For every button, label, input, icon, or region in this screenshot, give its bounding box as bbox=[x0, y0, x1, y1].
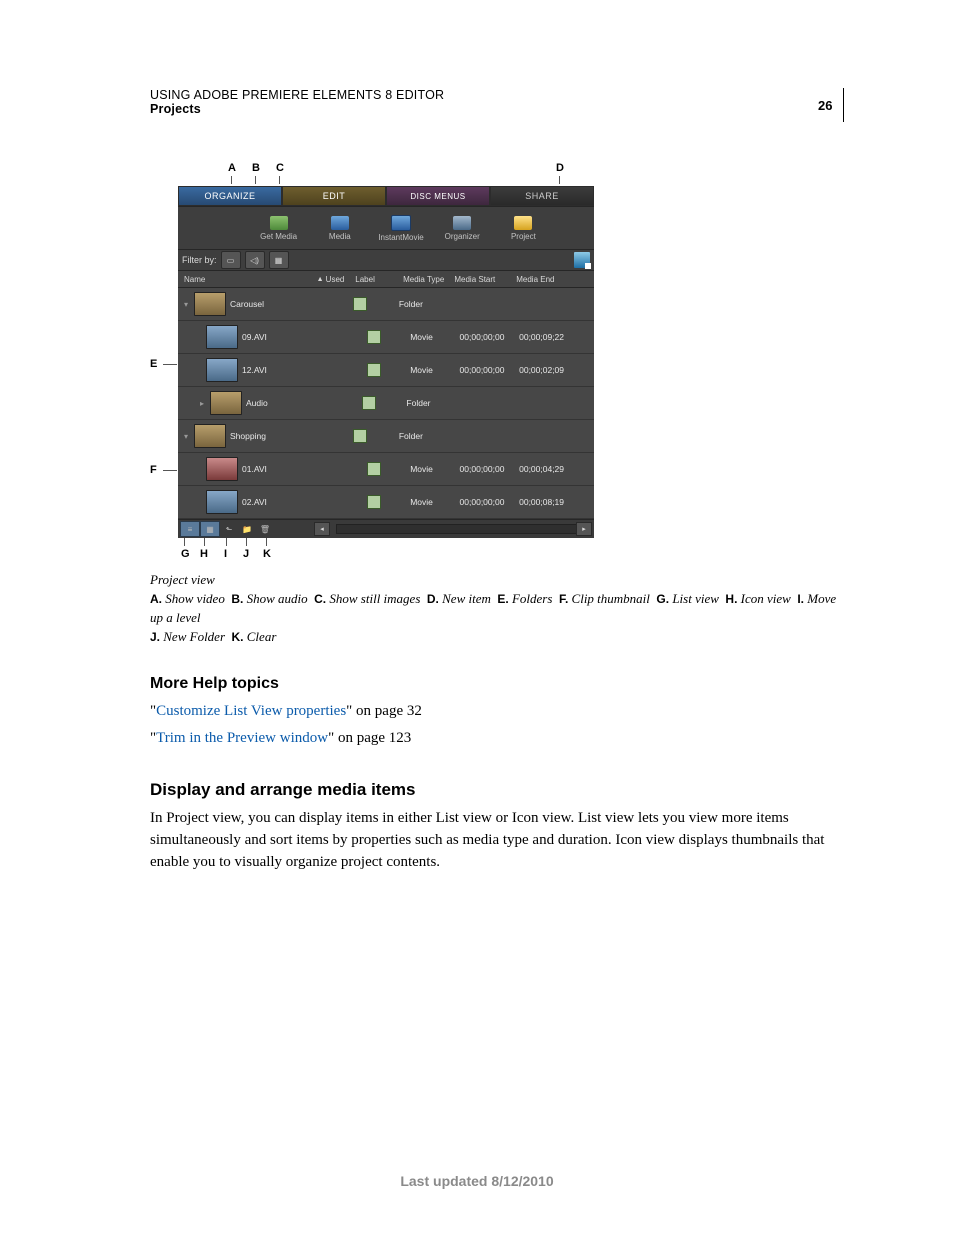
tool-project[interactable]: Project bbox=[493, 207, 554, 249]
scroll-right-button[interactable]: ▸ bbox=[576, 522, 592, 536]
tool-organizer[interactable]: Organizer bbox=[432, 207, 493, 249]
doc-title: USING ADOBE PREMIERE ELEMENTS 8 EDITOR bbox=[150, 88, 818, 102]
tab-organize[interactable]: ORGANIZE bbox=[178, 186, 282, 206]
figure-legend: A. Show video B. Show audio C. Show stil… bbox=[150, 590, 844, 647]
column-headers[interactable]: Name ▲ Used Label Media Type Media Start… bbox=[178, 271, 594, 288]
top-callouts: A B C D bbox=[178, 162, 844, 186]
more-help-heading: More Help topics bbox=[150, 675, 844, 693]
row-clip-02[interactable]: 02.AVI Movie 00;00;00;00 00;00;08;19 bbox=[178, 486, 594, 519]
list-view-button[interactable]: ≡ bbox=[180, 521, 200, 537]
bottom-callouts: G H I J K bbox=[178, 538, 844, 566]
tool-instant-movie[interactable]: InstantMovie bbox=[370, 207, 431, 249]
help-link-2: "Trim in the Preview window" on page 123 bbox=[150, 728, 844, 750]
show-audio-button[interactable]: ◁) bbox=[245, 251, 265, 269]
page-number-divider bbox=[843, 88, 845, 122]
row-clip-12[interactable]: 12.AVI Movie 00;00;00;00 00;00;02;09 bbox=[178, 354, 594, 387]
doc-section: Projects bbox=[150, 102, 818, 116]
show-still-button[interactable]: ▦ bbox=[269, 251, 289, 269]
figure-caption: Project view bbox=[150, 572, 844, 588]
scroll-left-button[interactable]: ◂ bbox=[314, 522, 330, 536]
help-link-1: "Customize List View properties" on page… bbox=[150, 701, 844, 723]
icon-view-button[interactable]: ▦ bbox=[200, 521, 220, 537]
tab-share[interactable]: SHARE bbox=[490, 186, 594, 206]
tab-edit[interactable]: EDIT bbox=[282, 186, 386, 206]
section-body: In Project view, you can display items i… bbox=[150, 808, 844, 873]
row-clip-09[interactable]: 09.AVI Movie 00;00;00;00 00;00;09;22 bbox=[178, 321, 594, 354]
callout-E: E bbox=[150, 358, 177, 370]
section-heading: Display and arrange media items bbox=[150, 780, 844, 800]
new-item-button[interactable] bbox=[574, 252, 590, 268]
row-clip-01[interactable]: 01.AVI Movie 00;00;00;00 00;00;04;29 bbox=[178, 453, 594, 486]
clear-button[interactable]: 🗑 bbox=[256, 522, 274, 536]
row-folder-audio[interactable]: ▸Audio Folder bbox=[178, 387, 594, 420]
link-customize-list-view[interactable]: Customize List View properties bbox=[156, 703, 346, 719]
row-folder-carousel[interactable]: ▾Carousel Folder bbox=[178, 288, 594, 321]
new-folder-button[interactable]: 📁 bbox=[238, 522, 256, 536]
move-up-level-button[interactable]: ⬑ bbox=[220, 522, 238, 536]
tool-media[interactable]: Media bbox=[309, 207, 370, 249]
page-number: 26 bbox=[818, 98, 832, 113]
show-video-button[interactable]: ▭ bbox=[221, 251, 241, 269]
row-folder-shopping[interactable]: ▾Shopping Folder bbox=[178, 420, 594, 453]
tool-get-media[interactable]: Get Media bbox=[248, 207, 309, 249]
screenshot: ORGANIZE EDIT DISC MENUS SHARE Get Media… bbox=[178, 186, 594, 538]
tab-disc-menus[interactable]: DISC MENUS bbox=[386, 186, 490, 206]
footer-updated: Last updated 8/12/2010 bbox=[0, 1173, 954, 1189]
link-trim-preview[interactable]: Trim in the Preview window bbox=[156, 730, 328, 746]
scrollbar[interactable] bbox=[336, 524, 586, 534]
filter-label: Filter by: bbox=[182, 255, 217, 265]
callout-F: F bbox=[150, 464, 177, 476]
